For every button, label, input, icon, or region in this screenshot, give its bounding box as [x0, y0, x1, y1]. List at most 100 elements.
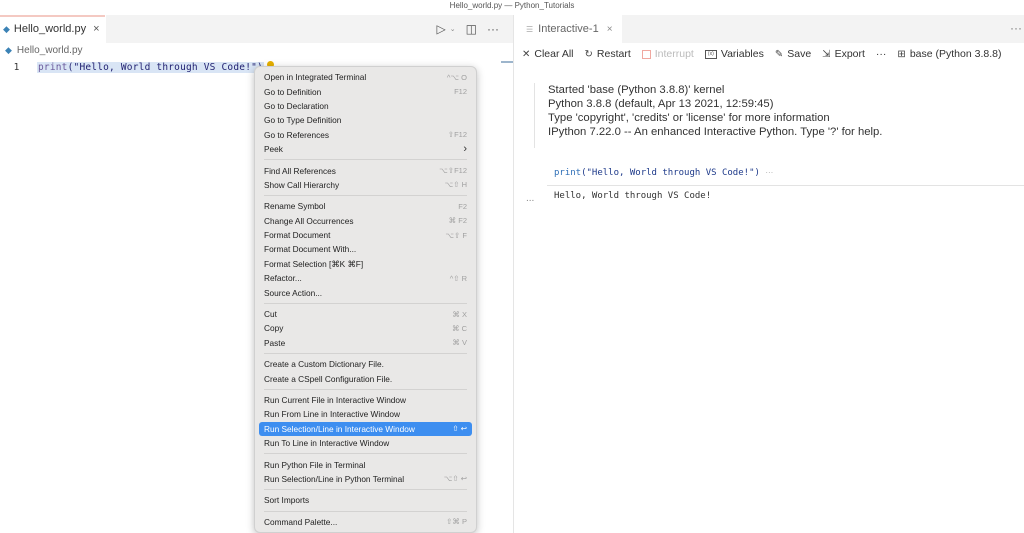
more-actions-icon[interactable]: ···	[1010, 21, 1022, 35]
menu-item-label: Create a Custom Dictionary File.	[264, 359, 384, 370]
restart-button[interactable]: ↻ Restart	[585, 48, 631, 60]
menu-item[interactable]: Go to References ⇧F12	[259, 128, 472, 142]
close-icon: ✕	[522, 48, 531, 60]
variables-button[interactable]: (x) Variables	[704, 48, 764, 60]
menu-item[interactable]: Command Palette... ⇧⌘ P	[259, 515, 472, 529]
interrupt-label: Interrupt	[654, 48, 694, 60]
menu-item[interactable]: Paste ⌘ V	[259, 336, 472, 350]
menu-separator	[264, 489, 467, 491]
tab-hello-world[interactable]: ◆ Hello_world.py ×	[0, 15, 106, 43]
menu-item[interactable]: Source Action...	[259, 285, 472, 299]
menu-item[interactable]: Refactor... ^⇧ R	[259, 271, 472, 285]
menu-item[interactable]: Cut ⌘ X	[259, 307, 472, 321]
code-text[interactable]: print("Hello, World through VS Code!")	[37, 62, 264, 73]
menu-item-label: Change All Occurrences	[264, 215, 354, 226]
menu-item-label: Peek	[264, 144, 283, 155]
split-editor-icon[interactable]: ◫	[466, 22, 477, 36]
menu-item-label: Paste	[264, 337, 286, 348]
breadcrumb[interactable]: ◆ Hello_world.py	[5, 45, 83, 56]
menu-item-label: Go to Definition	[264, 86, 322, 97]
cell-separator	[547, 185, 1024, 186]
menu-item[interactable]: Change All Occurrences ⌘ F2	[259, 214, 472, 228]
menu-item-shortcut: ⌘ C	[452, 323, 467, 333]
run-icon[interactable]: ▷	[437, 22, 446, 36]
menu-item-shortcut: F2	[458, 201, 467, 211]
menu-item[interactable]: Copy ⌘ C	[259, 321, 472, 335]
menu-item[interactable]: Format Document With...	[259, 242, 472, 256]
cell-input[interactable]: print("Hello, World through VS Code!") ·…	[554, 168, 773, 178]
export-button[interactable]: ⇲ Export	[822, 48, 865, 60]
clear-all-button[interactable]: ✕ Clear All	[522, 48, 574, 60]
menu-item[interactable]: Create a Custom Dictionary File.	[259, 357, 472, 371]
cell-prompt: ...	[526, 193, 535, 204]
menu-item-label: Format Document With...	[264, 244, 357, 255]
interrupt-button[interactable]: Interrupt	[641, 48, 694, 60]
interactive-toolbar: ✕ Clear All ↻ Restart Interrupt (x) Vari…	[522, 46, 1001, 62]
menu-item-label: Run Selection/Line in Python Terminal	[264, 473, 405, 484]
menu-item-shortcut: ⌘ F2	[448, 216, 467, 226]
menu-item[interactable]: Run Python File in Terminal	[259, 457, 472, 471]
kernel-label: base (Python 3.8.8)	[909, 48, 1002, 60]
menu-item[interactable]: Sort Imports	[259, 493, 472, 507]
tab-label: Hello_world.py	[13, 23, 87, 35]
stop-icon	[641, 49, 651, 59]
close-icon[interactable]: ×	[93, 23, 99, 35]
export-icon: ⇲	[822, 48, 831, 60]
menu-item-label: Run Current File in Interactive Window	[264, 395, 407, 405]
menu-item[interactable]: Format Document ⌥⇧ F	[259, 228, 472, 242]
kernel-info-line: IPython 7.22.0 -- An enhanced Interactiv…	[548, 126, 883, 138]
menu-item-label: Run To Line in Interactive Window	[264, 438, 390, 449]
editor-actions: ▷ ⌄ ◫ ···	[437, 22, 499, 36]
close-icon[interactable]: ×	[607, 24, 613, 35]
chevron-right-icon: ›	[463, 143, 467, 156]
menu-item-label: Run From Line in Interactive Window	[264, 409, 401, 420]
menu-item[interactable]: Go to Declaration	[259, 99, 472, 113]
menu-item[interactable]: Create a CSpell Configuration File.	[259, 371, 472, 385]
menu-item-label: Cut	[264, 309, 277, 320]
expand-cell-icon[interactable]: ···	[765, 168, 773, 177]
save-button[interactable]: ✎ Save	[775, 48, 811, 60]
menu-item[interactable]: Run Selection/Line in Interactive Window…	[259, 421, 472, 436]
menu-item-shortcut: ⇧ ↩	[452, 424, 467, 434]
python-file-icon: ◆	[3, 23, 10, 34]
save-icon: ✎	[774, 48, 784, 60]
variables-label: Variables	[720, 48, 764, 60]
breadcrumb-file[interactable]: Hello_world.py	[17, 45, 83, 56]
menu-item[interactable]: Run To Line in Interactive Window	[259, 436, 472, 450]
menu-item-label: Format Document	[264, 230, 331, 241]
minimap-marker	[501, 61, 513, 63]
menu-item[interactable]: Peek ›	[259, 142, 472, 156]
kernel-info-output: Started 'base (Python 3.8.8)' kernel Pyt…	[534, 83, 882, 148]
menu-item-shortcut: ⌥⇧ ↩	[443, 474, 467, 484]
menu-item[interactable]: Find All References ⌥⇧F12	[259, 163, 472, 177]
more-actions-icon[interactable]: ···	[487, 22, 499, 36]
kernel-info-line: Started 'base (Python 3.8.8)' kernel	[548, 84, 725, 96]
kernel-info-line: Python 3.8.8 (default, Apr 13 2021, 12:5…	[548, 98, 774, 110]
tab-interactive-1[interactable]: ☰ Interactive-1 ×	[514, 15, 622, 43]
menu-item-shortcut: ⌥⇧ F	[445, 230, 467, 240]
menu-item-label: Command Palette...	[264, 516, 338, 527]
cell-input-function: print	[554, 168, 582, 178]
more-toolbar-button[interactable]: ···	[876, 48, 887, 60]
active-tab-indicator	[0, 15, 105, 17]
export-label: Export	[834, 48, 865, 60]
menu-item[interactable]: Rename Symbol F2	[259, 199, 472, 213]
menu-separator	[264, 302, 467, 304]
menu-item[interactable]: Run Selection/Line in Python Terminal ⌥⇧ …	[259, 472, 472, 486]
line-number: 1	[13, 62, 20, 73]
kernel-picker[interactable]: ⊞ base (Python 3.8.8)	[897, 48, 1001, 60]
menu-item[interactable]: Show Call Hierarchy ⌥⇧ H	[259, 178, 472, 192]
menu-item[interactable]: Go to Type Definition	[259, 113, 472, 127]
menu-item-label: Go to Declaration	[264, 100, 329, 111]
menu-item[interactable]: Run From Line in Interactive Window	[259, 407, 472, 421]
variables-icon: (x)	[704, 49, 717, 59]
menu-item-label: Run Selection/Line in Interactive Window	[264, 423, 415, 434]
menu-item-shortcut: ⇧F12	[447, 130, 467, 140]
menu-item[interactable]: Format Selection [⌘K ⌘F]	[259, 257, 472, 271]
menu-item[interactable]: Open in Integrated Terminal ^⌥ O	[259, 70, 472, 84]
tab-label: Interactive-1	[538, 23, 599, 35]
menu-item[interactable]: Go to Definition F12	[259, 84, 472, 98]
chevron-down-icon[interactable]: ⌄	[450, 25, 456, 33]
menu-item-shortcut: F12	[454, 87, 467, 97]
menu-item[interactable]: Run Current File in Interactive Window	[259, 393, 472, 407]
